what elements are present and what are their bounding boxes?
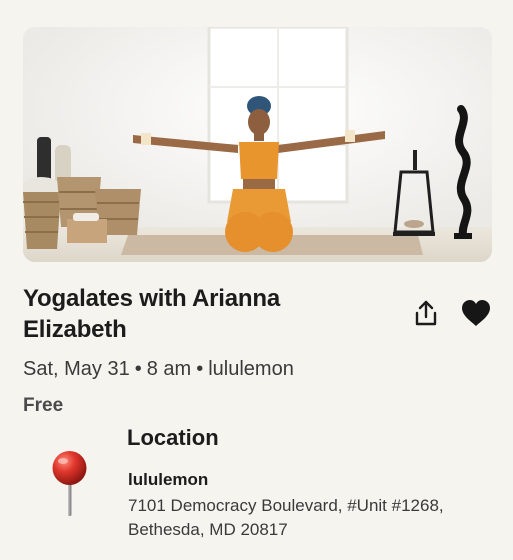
meta-separator: • bbox=[134, 358, 142, 380]
event-organizer[interactable]: lululemon bbox=[208, 358, 294, 380]
meta-separator: • bbox=[196, 358, 204, 380]
like-button[interactable] bbox=[459, 296, 493, 330]
venue-address[interactable]: 7101 Democracy Boulevard, #Unit #1268, B… bbox=[128, 494, 468, 542]
venue-name[interactable]: lululemon bbox=[128, 468, 208, 492]
event-time: 8 am bbox=[146, 358, 192, 380]
share-icon bbox=[415, 300, 437, 326]
event-date: Sat, May 31 bbox=[23, 358, 130, 380]
location-heading: Location bbox=[127, 425, 219, 450]
event-title: Yogalates with Arianna Elizabeth bbox=[23, 285, 280, 343]
event-price: Free bbox=[23, 395, 64, 416]
share-button[interactable] bbox=[409, 296, 443, 330]
map-pin-icon bbox=[50, 450, 90, 520]
event-detail-page: Yogalates with Arianna Elizabeth Sat, Ma… bbox=[0, 0, 513, 560]
event-hero-image bbox=[23, 27, 492, 262]
heart-icon bbox=[462, 300, 490, 326]
event-meta: Sat, May 31 • 8 am • lululemon bbox=[23, 355, 294, 383]
